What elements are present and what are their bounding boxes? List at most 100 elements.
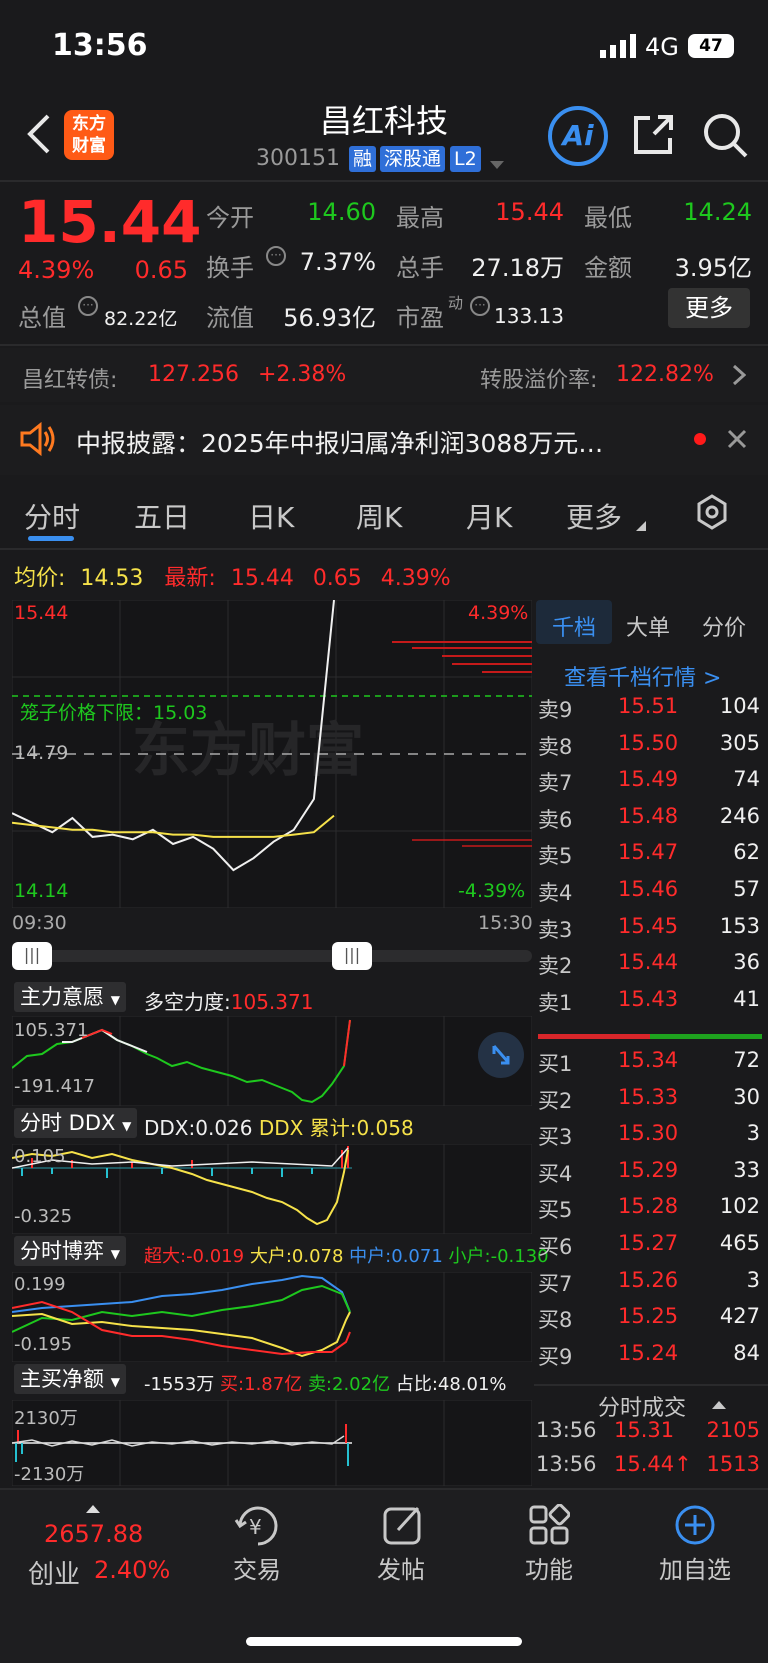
tab-weekly-k[interactable]: 周K xyxy=(356,496,402,536)
info-icon[interactable]: ··· xyxy=(78,296,98,316)
pct-top-label: 4.39% xyxy=(468,602,529,624)
ind3-b: 大户:0.078 xyxy=(249,1246,344,1267)
ratio-bar-sell xyxy=(538,1034,650,1039)
more-button[interactable]: 更多 xyxy=(668,288,750,328)
time-start: 09:30 xyxy=(12,912,67,934)
indicator3-selector[interactable]: 分时博弈 ▼ xyxy=(14,1236,126,1266)
pe-sup: 动 xyxy=(448,294,464,312)
tab-intraday[interactable]: 分时 xyxy=(24,496,80,536)
ask-row[interactable]: 卖5 15.47 62 xyxy=(538,840,760,876)
unread-dot xyxy=(694,433,706,445)
order-tab-depth[interactable]: 千档 xyxy=(552,610,596,642)
bid-row[interactable]: 买9 15.24 84 xyxy=(538,1341,760,1377)
bid-row[interactable]: 买6 15.27 465 xyxy=(538,1231,760,1267)
apps-icon[interactable] xyxy=(528,1503,571,1550)
intraday-chart[interactable]: 东方财富 xyxy=(12,600,532,908)
ask-row[interactable]: 卖1 15.43 41 xyxy=(538,987,760,1023)
turnover-value: 7.37% xyxy=(299,248,376,276)
ask-price: 15.47 xyxy=(618,840,679,865)
ask-label: 卖8 xyxy=(538,734,573,759)
y-bottom-label: 14.14 xyxy=(14,880,69,902)
bid-row[interactable]: 买5 15.28 102 xyxy=(538,1194,760,1230)
caret-down-icon: ▼ xyxy=(122,1119,132,1133)
caret-up-icon xyxy=(712,1396,726,1415)
ai-button[interactable]: Ai xyxy=(548,106,608,166)
caret-up-icon xyxy=(86,1500,100,1519)
info-icon[interactable]: ··· xyxy=(266,246,286,266)
ask-price: 15.46 xyxy=(618,877,679,901)
indicator4-selector[interactable]: 主买净额 ▼ xyxy=(14,1364,126,1394)
ask-volume: 57 xyxy=(733,877,760,901)
close-icon[interactable] xyxy=(726,428,748,454)
tab-more[interactable]: 更多 xyxy=(566,496,622,536)
order-depth-link[interactable]: 查看千档行情 > xyxy=(564,660,721,692)
ask-row[interactable]: 卖9 15.51 104 xyxy=(538,694,760,730)
nav-functions[interactable]: 功能 xyxy=(504,1550,594,1585)
bid-row[interactable]: 买4 15.29 33 xyxy=(538,1158,760,1194)
bid-row[interactable]: 买2 15.33 30 xyxy=(538,1085,760,1121)
settings-gear-icon[interactable] xyxy=(694,494,730,534)
trade-row: 13:56 15.44↑ 1513 xyxy=(536,1452,760,1488)
cb-label: 昌红转债: xyxy=(22,368,118,393)
speaker-icon xyxy=(18,421,58,460)
ask-price: 15.48 xyxy=(618,803,679,828)
indicator4-label: 主买净额 xyxy=(20,1367,104,1391)
caret-down-icon: ▼ xyxy=(110,993,120,1007)
tab-monthly-k[interactable]: 月K xyxy=(466,496,512,536)
ask-price: 15.44 xyxy=(618,950,679,975)
ind4-ratio: 占比:48.01% xyxy=(395,1374,507,1395)
chevron-down-icon[interactable] xyxy=(490,156,504,175)
ask-row[interactable]: 卖2 15.44 36 xyxy=(538,950,760,986)
order-tab-price[interactable]: 分价 xyxy=(702,610,746,642)
ind4-min: -2130万 xyxy=(14,1464,85,1485)
range-handle-left[interactable]: ||| xyxy=(12,942,52,970)
ask-price: 15.51 xyxy=(618,694,679,718)
range-slider-track[interactable] xyxy=(12,950,532,962)
ask-row[interactable]: 卖7 15.49 74 xyxy=(538,767,760,803)
stock-code: 300151 xyxy=(256,146,340,171)
low-value: 14.24 xyxy=(683,198,752,226)
share-icon[interactable] xyxy=(630,112,676,162)
tab-daily-k[interactable]: 日K xyxy=(248,496,294,536)
ask-row[interactable]: 卖6 15.48 246 xyxy=(538,804,760,840)
nav-trade[interactable]: 交易 xyxy=(212,1550,302,1585)
ind2-max: 0.105 xyxy=(14,1146,66,1167)
indicator1-selector[interactable]: 主力意愿 ▼ xyxy=(14,982,126,1012)
amount-label: 金额 xyxy=(584,254,632,282)
ask-label: 卖4 xyxy=(538,881,573,905)
search-icon[interactable] xyxy=(702,112,750,164)
chevron-right-icon[interactable] xyxy=(732,364,747,390)
tab-five-day[interactable]: 五日 xyxy=(134,496,190,536)
order-tab-large[interactable]: 大单 xyxy=(626,610,670,642)
expand-icon[interactable] xyxy=(478,1032,524,1078)
trade-icon[interactable]: ¥ xyxy=(234,1504,282,1552)
bid-row[interactable]: 买1 15.34 72 xyxy=(538,1048,760,1084)
bid-row[interactable]: 买7 15.26 3 xyxy=(538,1268,760,1304)
ask-row[interactable]: 卖8 15.50 305 xyxy=(538,731,760,767)
svg-text:¥: ¥ xyxy=(249,1515,262,1539)
index-name[interactable]: 创业 xyxy=(28,1554,80,1591)
post-icon[interactable] xyxy=(382,1504,424,1550)
index-pct[interactable]: 2.40% xyxy=(94,1556,170,1584)
bid-row[interactable]: 买3 15.30 3 xyxy=(538,1121,760,1157)
ask-label: 卖9 xyxy=(538,698,573,722)
ask-row[interactable]: 卖3 15.45 153 xyxy=(538,914,760,950)
info-icon[interactable]: ··· xyxy=(470,296,490,316)
ask-row[interactable]: 卖4 15.46 57 xyxy=(538,877,760,913)
add-watchlist-icon[interactable] xyxy=(674,1504,716,1550)
bid-row[interactable]: 买8 15.25 427 xyxy=(538,1304,760,1340)
ind3-c: 中户:0.071 xyxy=(349,1246,443,1267)
index-value[interactable]: 2657.88 xyxy=(44,1520,143,1548)
nav-add-watchlist[interactable]: 加自选 xyxy=(650,1550,740,1585)
indicator2-selector[interactable]: 分时 DDX ▼ xyxy=(14,1108,138,1138)
avg-label: 均价: xyxy=(14,566,66,591)
indicator1-label: 主力意愿 xyxy=(20,985,104,1009)
high-value: 15.44 xyxy=(495,198,564,226)
ask-label: 卖2 xyxy=(538,954,573,979)
last-price: 15.44 xyxy=(18,188,202,256)
range-handle-right[interactable]: ||| xyxy=(332,942,372,970)
latest-pct: 4.39% xyxy=(380,566,451,591)
active-tab-indicator xyxy=(28,536,74,541)
open-label: 今开 xyxy=(206,204,254,232)
nav-post[interactable]: 发帖 xyxy=(356,1550,446,1585)
